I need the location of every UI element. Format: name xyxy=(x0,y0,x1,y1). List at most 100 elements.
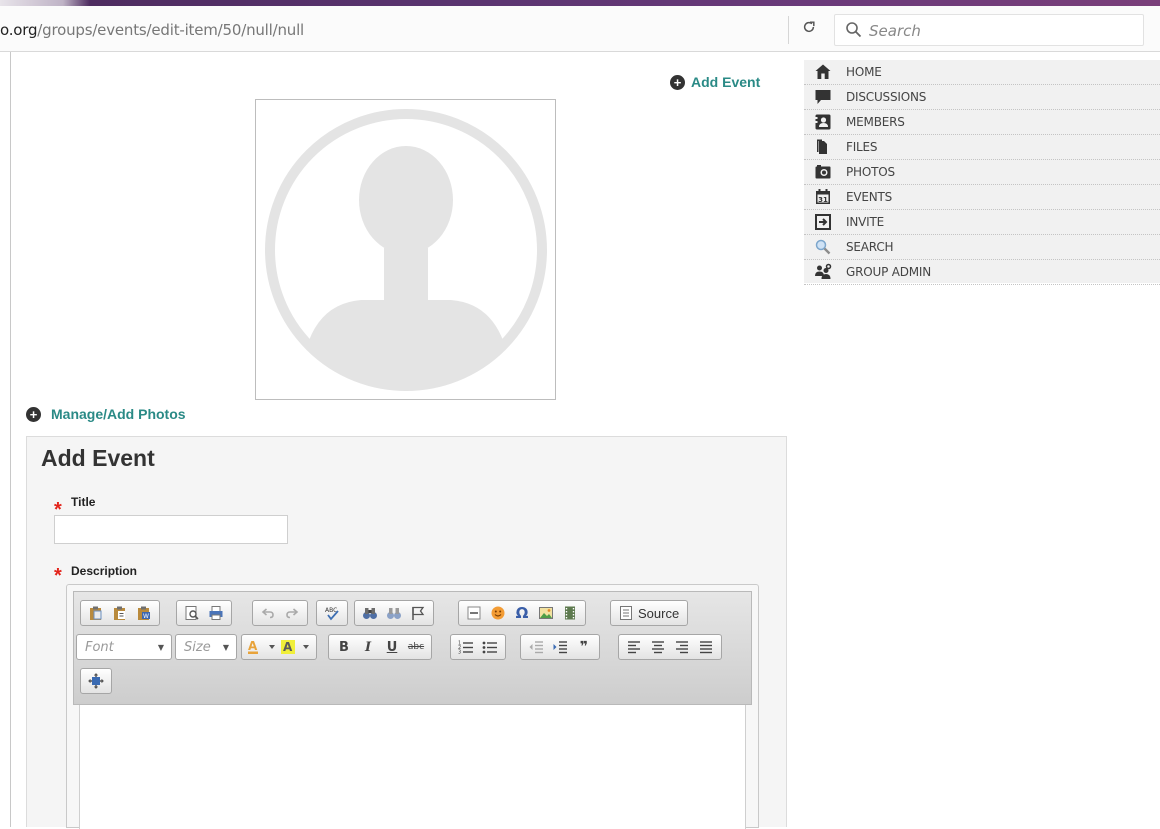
horizontal-rule-icon xyxy=(467,606,481,620)
underline-button[interactable]: U xyxy=(380,636,404,658)
paste-word-button[interactable]: W xyxy=(132,602,156,624)
strike-button[interactable]: abc xyxy=(404,636,428,658)
sidebar-item-group-admin[interactable]: GROUP ADMIN xyxy=(804,260,1160,285)
paste-text-icon xyxy=(114,606,125,620)
reload-button[interactable] xyxy=(796,18,822,42)
chevron-down-icon: ▼ xyxy=(157,643,164,652)
indent-button[interactable] xyxy=(548,636,572,658)
italic-icon: I xyxy=(364,639,372,655)
font-select[interactable]: Font ▼ xyxy=(76,634,172,660)
flash-button[interactable] xyxy=(558,602,582,624)
align-right-icon xyxy=(676,641,688,654)
svg-text:3: 3 xyxy=(458,650,461,656)
add-event-label: Add Event xyxy=(691,74,761,90)
reload-icon xyxy=(803,21,815,33)
text-color-button[interactable]: A xyxy=(245,636,279,658)
sidebar-item-photos[interactable]: PHOTOS xyxy=(804,160,1160,185)
horizontal-rule-button[interactable] xyxy=(462,602,486,624)
outdent-icon xyxy=(529,641,543,654)
description-label: Description xyxy=(71,564,138,578)
align-left-icon xyxy=(628,641,640,654)
numbered-list-icon: 123 xyxy=(458,641,473,656)
search-icon xyxy=(815,239,831,255)
numbered-list-button[interactable]: 123 xyxy=(454,636,478,658)
strikethrough-icon: abc xyxy=(407,642,425,652)
chevron-down-icon: ▼ xyxy=(222,643,229,652)
special-char-button[interactable]: Ω xyxy=(510,602,534,624)
invite-icon xyxy=(815,214,831,230)
address-bar[interactable]: o.org/groups/events/edit-item/50/null/nu… xyxy=(0,21,304,39)
paste-icon xyxy=(90,606,102,620)
background-color-icon: A xyxy=(281,640,309,654)
insert-group: Ω xyxy=(458,600,586,626)
add-event-form: Add Event * Title * Description W ABC Ω … xyxy=(26,436,787,829)
discussions-icon xyxy=(815,90,831,104)
source-group: Source xyxy=(610,600,689,626)
title-input[interactable] xyxy=(54,515,288,544)
image-button[interactable] xyxy=(534,602,558,624)
indent-icon xyxy=(553,641,567,654)
maximize-button[interactable] xyxy=(84,670,108,692)
plus-circle-icon: + xyxy=(670,74,685,90)
bold-button[interactable]: B xyxy=(332,636,356,658)
align-justify-icon xyxy=(700,641,712,654)
sidebar-item-invite[interactable]: INVITE xyxy=(804,210,1160,235)
align-right-button[interactable] xyxy=(670,636,694,658)
sidebar-item-label: EVENTS xyxy=(846,190,893,204)
toolbar-divider xyxy=(788,16,789,44)
preview-icon xyxy=(185,606,199,620)
text-color-icon: A xyxy=(248,639,275,654)
blockquote-button[interactable]: ❞ xyxy=(572,636,596,658)
browser-search-box[interactable] xyxy=(834,14,1144,46)
sidebar-item-discussions[interactable]: DISCUSSIONS xyxy=(804,85,1160,110)
sidebar-item-files[interactable]: FILES xyxy=(804,135,1160,160)
bold-icon: B xyxy=(339,639,349,655)
svg-text:W: W xyxy=(143,613,149,620)
background-color-button[interactable]: A xyxy=(279,636,313,658)
members-icon xyxy=(815,114,831,130)
calendar-icon: 31 xyxy=(816,189,830,204)
replace-button[interactable] xyxy=(382,602,406,624)
paste-text-button[interactable] xyxy=(108,602,132,624)
home-icon xyxy=(815,64,831,79)
spellcheck-button[interactable]: ABC xyxy=(320,602,344,624)
manage-photos-link[interactable]: + Manage/Add Photos xyxy=(26,406,186,422)
print-button[interactable] xyxy=(204,602,228,624)
event-image-placeholder xyxy=(255,99,556,400)
anchor-button[interactable] xyxy=(406,602,430,624)
italic-button[interactable]: I xyxy=(356,636,380,658)
redo-button[interactable] xyxy=(280,602,304,624)
source-button[interactable]: Source xyxy=(614,605,684,621)
add-event-link[interactable]: + Add Event xyxy=(670,74,760,90)
sidebar-item-home[interactable]: HOME xyxy=(804,60,1160,85)
spellcheck-group: ABC xyxy=(316,600,348,626)
paste-word-icon: W xyxy=(138,606,150,620)
align-center-button[interactable] xyxy=(646,636,670,658)
group-sidebar-menu: HOME DISCUSSIONS MEMBERS FILES PHOTOS 31… xyxy=(804,60,1160,285)
find-button[interactable] xyxy=(358,602,382,624)
align-left-button[interactable] xyxy=(622,636,646,658)
description-editor-area[interactable] xyxy=(79,705,746,829)
title-label: Title xyxy=(71,495,96,509)
align-justify-button[interactable] xyxy=(694,636,718,658)
sidebar-item-events[interactable]: 31 EVENTS xyxy=(804,185,1160,210)
preview-button[interactable] xyxy=(180,602,204,624)
indent-group: ❞ xyxy=(520,634,600,660)
manage-photos-label: Manage/Add Photos xyxy=(51,406,186,422)
outdent-button[interactable] xyxy=(524,636,548,658)
bulleted-list-button[interactable] xyxy=(478,636,502,658)
find-group xyxy=(354,600,434,626)
smiley-button[interactable] xyxy=(486,602,510,624)
paste-button[interactable] xyxy=(84,602,108,624)
flag-icon xyxy=(412,606,425,620)
font-select-value: Font xyxy=(85,639,114,655)
sidebar-item-search[interactable]: SEARCH xyxy=(804,235,1160,260)
group-admin-icon xyxy=(815,263,832,279)
bulleted-list-icon xyxy=(482,641,497,654)
undo-button[interactable] xyxy=(256,602,280,624)
sidebar-item-label: HOME xyxy=(846,65,882,79)
underline-icon: U xyxy=(386,639,398,655)
size-select[interactable]: Size ▼ xyxy=(175,634,237,660)
sidebar-item-members[interactable]: MEMBERS xyxy=(804,110,1160,135)
browser-search-input[interactable] xyxy=(867,20,1127,42)
